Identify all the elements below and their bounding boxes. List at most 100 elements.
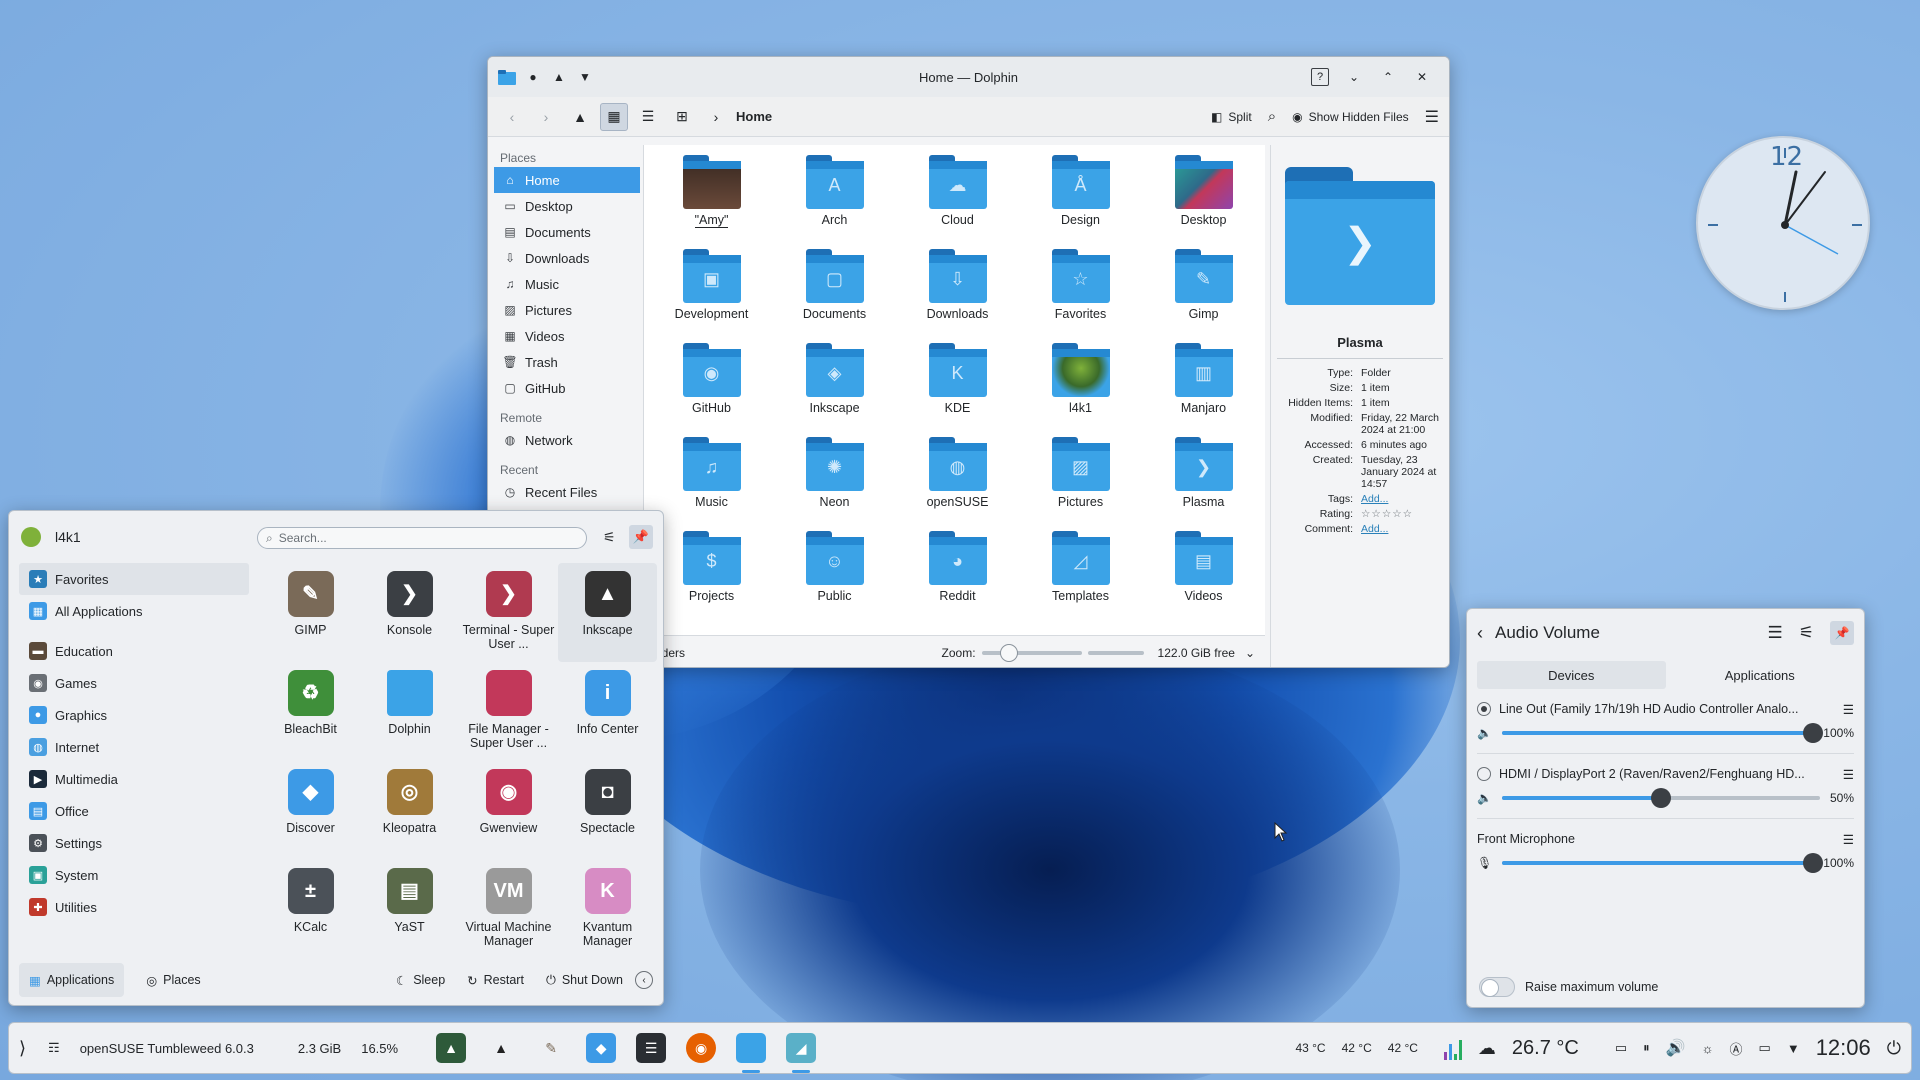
help-icon[interactable]: ? <box>1311 68 1329 86</box>
file-item[interactable]: Å Design <box>1019 151 1142 245</box>
system-monitor-icon[interactable]: ☶ <box>48 1040 60 1056</box>
file-item[interactable]: ◕ Reddit <box>896 527 1019 621</box>
prop-value[interactable]: Add... <box>1361 523 1443 535</box>
category-multimedia[interactable]: ▶ Multimedia <box>19 763 249 795</box>
back-icon[interactable]: ‹ <box>1477 623 1483 644</box>
file-item[interactable]: ✺ Neon <box>773 433 896 527</box>
up-icon[interactable]: ▲ <box>566 103 594 131</box>
close-icon[interactable]: ✕ <box>1413 68 1431 86</box>
configure-icon[interactable]: ⚟ <box>603 529 616 546</box>
task-firefox[interactable]: ◉ <box>686 1033 717 1063</box>
app-spectacle[interactable]: ◘ Spectacle <box>558 761 657 860</box>
place-documents[interactable]: ▤ Documents <box>494 219 640 245</box>
speaker-icon[interactable]: 🔈 <box>1477 791 1492 805</box>
device-radio[interactable] <box>1477 702 1491 716</box>
file-item[interactable]: ☆ Favorites <box>1019 245 1142 339</box>
category-settings[interactable]: ⚙ Settings <box>19 827 249 859</box>
prop-value[interactable]: Add... <box>1361 493 1443 505</box>
file-item[interactable]: ❯ Plasma <box>1142 433 1265 527</box>
app-virtual-machine-manager[interactable]: VM Virtual Machine Manager <box>459 860 558 959</box>
prop-value[interactable]: ☆☆☆☆☆ <box>1361 508 1443 520</box>
sleep-button[interactable]: ☾ Sleep <box>386 963 455 997</box>
split-button[interactable]: ◧ Split <box>1211 110 1252 124</box>
place-github[interactable]: ▢ GitHub <box>494 375 640 401</box>
keep-below-icon[interactable]: ▼ <box>576 68 594 86</box>
category-utilities[interactable]: ✚ Utilities <box>19 891 249 923</box>
place-videos[interactable]: ▦ Videos <box>494 323 640 349</box>
show-hidden-files-button[interactable]: ◉ Show Hidden Files <box>1292 110 1409 124</box>
file-view[interactable]: "Amy" A Arch ☁ Cloud Å Design Desktop ▣ Developme… <box>643 145 1265 635</box>
application-launcher[interactable]: l4k1 ⌕ Search... ⚟ 📌 ★ Favorites ▦ All Appli… <box>8 510 664 1006</box>
file-item[interactable]: A Arch <box>773 151 896 245</box>
speaker-icon[interactable]: 🔈 <box>1477 726 1492 740</box>
icons-view-icon[interactable]: ▦ <box>600 102 628 131</box>
device-volume-slider[interactable] <box>1501 723 1824 743</box>
configure-icon[interactable]: ⚟ <box>1799 623 1814 643</box>
applications-tab[interactable]: ▦ Applications <box>19 963 125 997</box>
keep-above-icon[interactable]: ▲ <box>550 68 568 86</box>
zoom-slider[interactable] <box>981 643 1082 662</box>
task-discover[interactable]: ◆ <box>586 1033 617 1063</box>
place-recent-files[interactable]: ◷ Recent Files <box>494 479 640 505</box>
shutdown-button[interactable]: ⏻ Shut Down <box>536 963 633 997</box>
category-games[interactable]: ◉ Games <box>19 667 249 699</box>
place-pictures[interactable]: ▨ Pictures <box>494 297 640 323</box>
place-home[interactable]: ⌂ Home <box>494 167 640 193</box>
places-tab[interactable]: ◎ Places <box>136 963 210 997</box>
file-item[interactable]: ◍ openSUSE <box>896 433 1019 527</box>
app-bleachbit[interactable]: ♻ BleachBit <box>261 662 360 761</box>
night-light-icon[interactable]: ☼ <box>1702 1041 1714 1056</box>
file-item[interactable]: ☁ Cloud <box>896 151 1019 245</box>
category-internet[interactable]: ◍ Internet <box>19 731 249 763</box>
file-item[interactable]: ⇩ Downloads <box>896 245 1019 339</box>
file-item[interactable]: ✎ Gimp <box>1142 245 1265 339</box>
app-inkscape[interactable]: ▲ Inkscape <box>558 563 657 662</box>
pin-launcher-icon[interactable]: 📌 <box>629 525 653 549</box>
task-inkscape[interactable]: ▲ <box>486 1033 516 1063</box>
file-item[interactable]: ♫ Music <box>650 433 773 527</box>
network-graph-icon[interactable] <box>1443 1036 1462 1060</box>
file-item[interactable]: Desktop <box>1142 151 1265 245</box>
avatar[interactable] <box>21 527 41 547</box>
clock-time[interactable]: 12:06 <box>1816 1035 1871 1061</box>
task-system-settings[interactable]: ☰ <box>636 1033 667 1063</box>
category-system[interactable]: ▣ System <box>19 859 249 891</box>
audio-volume-popup[interactable]: ‹ Audio Volume ☰ ⚟ 📌 Devices Application… <box>1466 608 1865 1008</box>
details-view-icon[interactable]: ☰ <box>634 103 662 131</box>
tree-view-icon[interactable]: ⊞ <box>668 103 696 131</box>
task-dolphin[interactable] <box>736 1033 767 1073</box>
forward-icon[interactable]: › <box>532 103 560 131</box>
file-item[interactable]: ◈ Inkscape <box>773 339 896 433</box>
file-item[interactable]: l4k1 <box>1019 339 1142 433</box>
mic-menu-icon[interactable]: ☰ <box>1843 832 1854 847</box>
weather-icon[interactable]: ☁ <box>1478 1038 1496 1059</box>
app-discover[interactable]: ◆ Discover <box>261 761 360 860</box>
menu-icon[interactable]: ☰ <box>1768 623 1783 643</box>
device-menu-icon[interactable]: ☰ <box>1843 767 1854 782</box>
app-info-center[interactable]: i Info Center <box>558 662 657 761</box>
task-kvantum[interactable]: ◢ <box>786 1033 817 1073</box>
pin-icon[interactable]: 📌 <box>1830 621 1854 645</box>
app-konsole[interactable]: ❯ Konsole <box>360 563 459 662</box>
task-wallpaper-app[interactable]: ▲ <box>436 1033 467 1063</box>
place-downloads[interactable]: ⇩ Downloads <box>494 245 640 271</box>
category-office[interactable]: ▤ Office <box>19 795 249 827</box>
app-gwenview[interactable]: ◉ Gwenview <box>459 761 558 860</box>
tab-applications[interactable]: Applications <box>1666 661 1855 689</box>
file-item[interactable]: ▢ Documents <box>773 245 896 339</box>
app-yast[interactable]: ▤ YaST <box>360 860 459 959</box>
app-gimp[interactable]: ✎ GIMP <box>261 563 360 662</box>
file-item[interactable]: ▣ Development <box>650 245 773 339</box>
category-graphics[interactable]: ● Graphics <box>19 699 249 731</box>
file-item[interactable]: K KDE <box>896 339 1019 433</box>
input-method-icon[interactable]: Ⓐ <box>1730 1039 1743 1058</box>
restart-button[interactable]: ↻ Restart <box>457 963 534 997</box>
file-item[interactable]: ☺ Public <box>773 527 896 621</box>
file-item[interactable]: ◿ Templates <box>1019 527 1142 621</box>
task-gimp[interactable]: ✎ <box>536 1033 566 1063</box>
app-file-manager-super-user[interactable]: File Manager - Super User ... <box>459 662 558 761</box>
place-music[interactable]: ♫ Music <box>494 271 640 297</box>
media-pause-icon[interactable]: ⏸ <box>1643 1040 1650 1056</box>
file-item[interactable]: ▨ Pictures <box>1019 433 1142 527</box>
app-kleopatra[interactable]: ◎ Kleopatra <box>360 761 459 860</box>
